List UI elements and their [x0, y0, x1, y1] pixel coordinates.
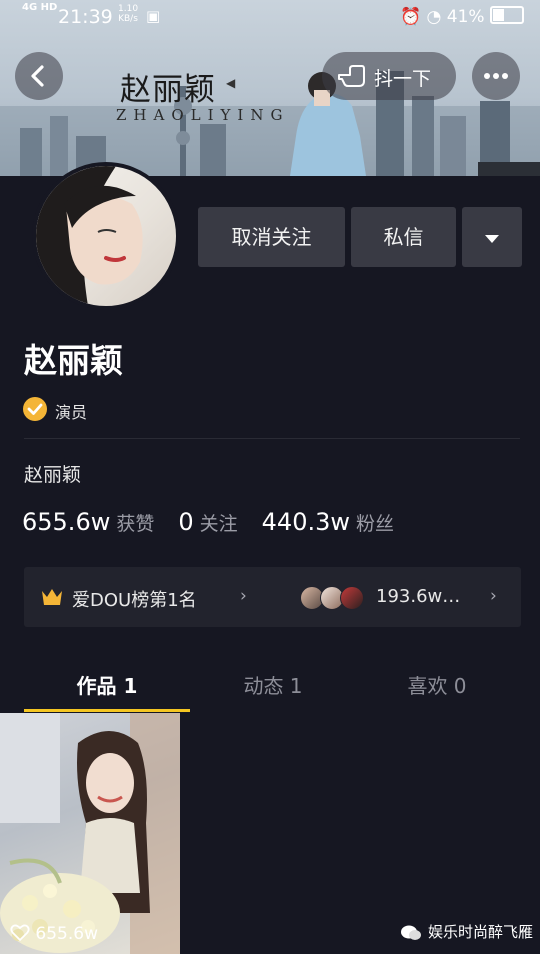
video-likes: 655.6w	[10, 924, 98, 944]
caret-down-icon	[485, 235, 499, 243]
unfollow-button[interactable]: 取消关注	[198, 207, 345, 267]
status-bar: 4G HD 21:39 1.10 KB/s ▣ ⏰ ◔ 41%	[0, 0, 540, 34]
chevron-right-icon: ›	[490, 586, 497, 606]
tab-works[interactable]: 作品 1	[52, 670, 162, 699]
shake-label: 抖一下	[374, 68, 432, 90]
battery-percent: 41%	[446, 7, 485, 27]
verified-icon	[23, 397, 47, 421]
screenshot-icon: ▣	[146, 7, 161, 25]
speed-value: 1.10	[118, 4, 139, 14]
following-count[interactable]: 0	[178, 508, 193, 536]
profile-banner: 4G HD 21:39 1.10 KB/s ▣ ⏰ ◔ 41% 赵丽颖 ◀ ZH…	[0, 0, 540, 176]
back-button[interactable]	[15, 52, 63, 100]
heart-icon	[10, 924, 30, 941]
pointing-hand-icon	[338, 65, 365, 87]
tab-likes[interactable]: 喜欢 0	[382, 670, 492, 699]
watermark-text: 娱乐时尚醉飞雁	[428, 923, 534, 941]
dropdown-button[interactable]	[462, 207, 522, 267]
shake-button[interactable]: 抖一下	[322, 52, 456, 100]
verified-label: 演员	[55, 403, 88, 422]
video-thumbnail-image	[0, 713, 180, 954]
fans-count[interactable]: 440.3w	[262, 508, 350, 536]
alarm-icon: ⏰	[399, 7, 422, 27]
message-button[interactable]: 私信	[351, 207, 456, 267]
likes-label: 获赞	[116, 513, 155, 535]
speed-unit: KB/s	[118, 14, 138, 24]
fans-label[interactable]: 粉丝	[356, 509, 394, 536]
network-speed: 1.10 KB/s	[118, 4, 138, 24]
crown-icon	[40, 587, 64, 611]
avatar-image	[36, 166, 143, 306]
following-label[interactable]: 关注	[200, 509, 238, 536]
battery-icon	[490, 6, 524, 24]
triangle-icon: ◀	[226, 76, 236, 90]
rank-link[interactable]: 爱DOU榜第1名	[72, 586, 197, 612]
network-indicator: 4G HD	[22, 2, 58, 13]
likes-count: 655.6w	[22, 508, 111, 536]
status-right: ⏰ ◔ 41%	[400, 6, 524, 27]
banner-brand-en: ZHAOLIYING	[116, 106, 290, 124]
active-tab-indicator	[24, 709, 190, 712]
divider	[24, 438, 520, 439]
profile-name: 赵丽颖	[24, 341, 123, 380]
wifi-icon: ◔	[426, 7, 442, 27]
status-time: 21:39	[58, 6, 113, 28]
profile-stats: 655.6w 获赞 0 关注 440.3w 粉丝	[22, 508, 418, 540]
banner-brand-cn: 赵丽颖	[120, 72, 216, 108]
profile-avatar[interactable]	[32, 162, 180, 310]
tab-updates[interactable]: 动态 1	[218, 670, 328, 699]
fan-avatar	[340, 586, 364, 610]
fans-rank-link[interactable]: 193.6w…	[376, 586, 460, 607]
chevron-right-icon: ›	[240, 586, 247, 606]
chevron-left-icon	[31, 65, 44, 87]
more-dots-icon	[484, 73, 508, 79]
video-thumbnail[interactable]	[0, 713, 180, 954]
rank-bar: 爱DOU榜第1名 › 193.6w… ›	[24, 567, 521, 627]
wechat-icon	[400, 924, 422, 946]
more-options-button[interactable]	[472, 52, 520, 100]
video-likes-count: 655.6w	[35, 924, 98, 944]
profile-bio: 赵丽颖	[24, 464, 82, 486]
